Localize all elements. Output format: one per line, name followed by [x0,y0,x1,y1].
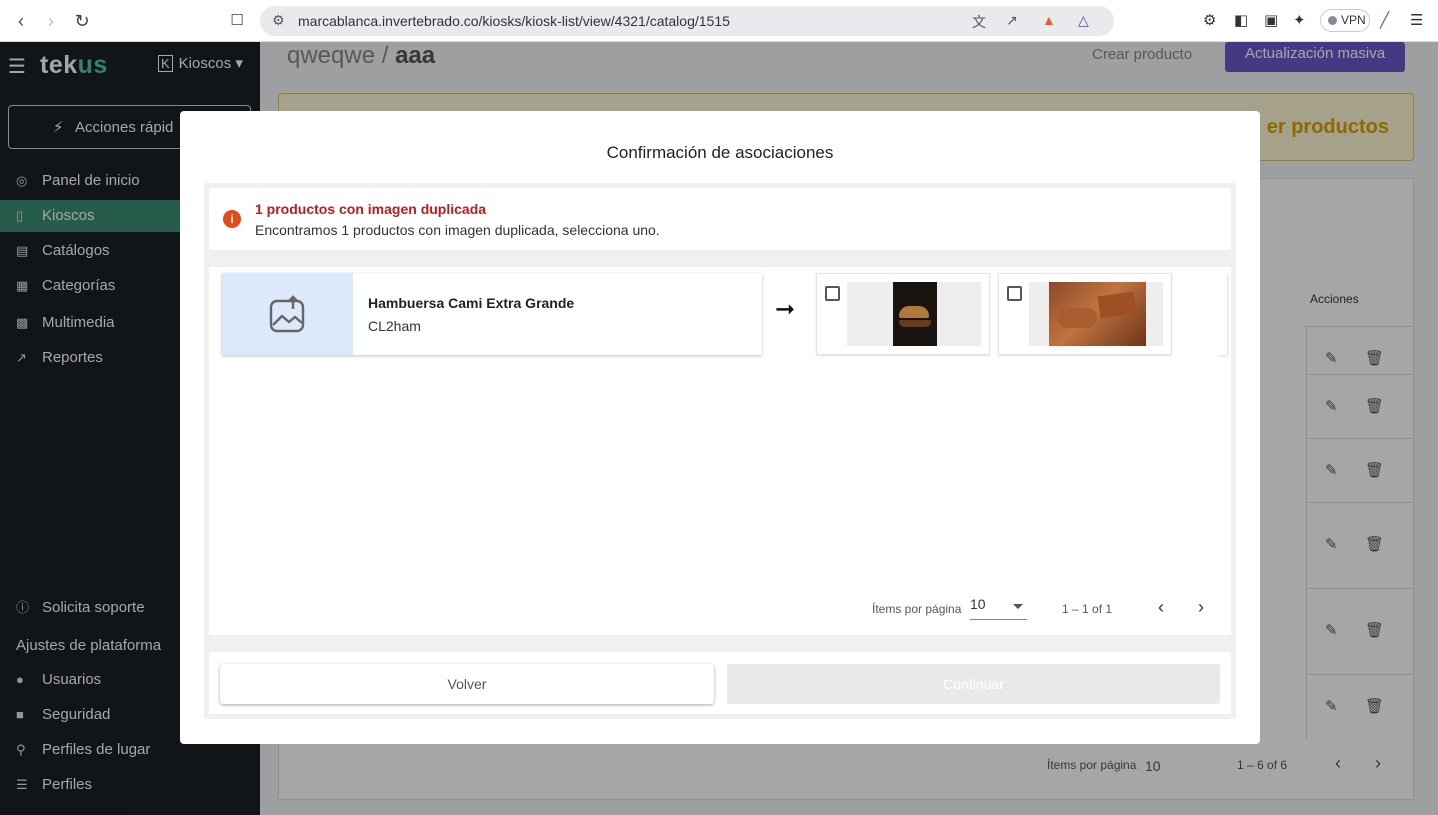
image-option[interactable] [816,273,990,355]
brave-rewards-icon[interactable]: △ [1078,12,1089,29]
site-settings-icon[interactable]: ⚙ [272,12,285,29]
association-confirmation-dialog: Confirmación de asociaciones i 1 product… [180,111,1260,744]
translate-icon[interactable]: 文 [972,12,986,32]
alert-title: 1 productos con imagen duplicada [255,201,487,217]
wallet-icon[interactable]: ▣ [1264,11,1278,29]
product-code: CL2ham [368,318,421,334]
image-placeholder [222,273,353,355]
items-per-page-select[interactable]: 10 [970,596,1027,620]
alert-message: Encontramos 1 productos con imagen dupli… [255,222,660,238]
forward-icon[interactable]: › [40,10,62,32]
list-scroll-edge [1217,273,1227,355]
product-card: Hambuersa Cami Extra Grande CL2ham [222,273,762,355]
arrow-right-icon: ➞ [775,296,796,323]
sidebar-toggle-icon[interactable]: ◧ [1234,11,1248,29]
continue-button[interactable]: Continuar [727,664,1220,704]
address-bar[interactable]: ⚙ marcablanca.invertebrado.co/kiosks/kio… [260,6,1114,36]
chevron-down-icon [1013,604,1023,609]
product-name: Hambuersa Cami Extra Grande [368,295,575,311]
reload-icon[interactable]: ↻ [71,10,93,32]
url-text: marcablanca.invertebrado.co/kiosks/kiosk… [298,13,730,29]
image-upload-icon [269,295,305,333]
burger-image [893,282,937,346]
alert-icon: i [223,210,241,228]
pagination-range: 1 – 1 of 1 [1062,602,1113,616]
back-button[interactable]: Volver [220,664,714,704]
items-per-page-label: Ítems por página [872,602,962,616]
dialog-actions: Volver Continuar [209,652,1231,714]
image-option[interactable] [998,273,1172,355]
image-option-checkbox[interactable] [1007,286,1022,301]
fudge-image [1049,282,1146,346]
prev-page-icon[interactable]: ‹ [1158,597,1164,618]
brave-news-icon[interactable]: ╱ [1380,11,1389,29]
back-icon[interactable]: ‹ [10,10,32,32]
share-icon[interactable]: ↗ [1006,12,1018,29]
brave-shield-icon[interactable]: ▲ [1042,12,1056,28]
duplicate-image-alert: i 1 productos con imagen duplicada Encon… [209,188,1231,250]
dialog-body: i 1 productos con imagen duplicada Encon… [204,183,1236,719]
bookmark-icon[interactable]: ☐ [226,10,248,32]
image-option-checkbox[interactable] [825,286,840,301]
duplicates-list: Hambuersa Cami Extra Grande CL2ham ➞ Íte… [209,267,1231,635]
dialog-title: Confirmación de asociaciones [606,143,834,162]
next-page-icon[interactable]: › [1198,597,1204,618]
browser-menu-icon[interactable]: ☰ [1410,11,1423,29]
vpn-button[interactable]: VPN [1320,9,1370,32]
leo-ai-icon[interactable]: ✦ [1293,11,1306,29]
extensions-icon[interactable]: ⚙ [1203,11,1216,29]
browser-toolbar: ‹ › ↻ ☐ ⚙ marcablanca.invertebrado.co/ki… [0,0,1438,42]
